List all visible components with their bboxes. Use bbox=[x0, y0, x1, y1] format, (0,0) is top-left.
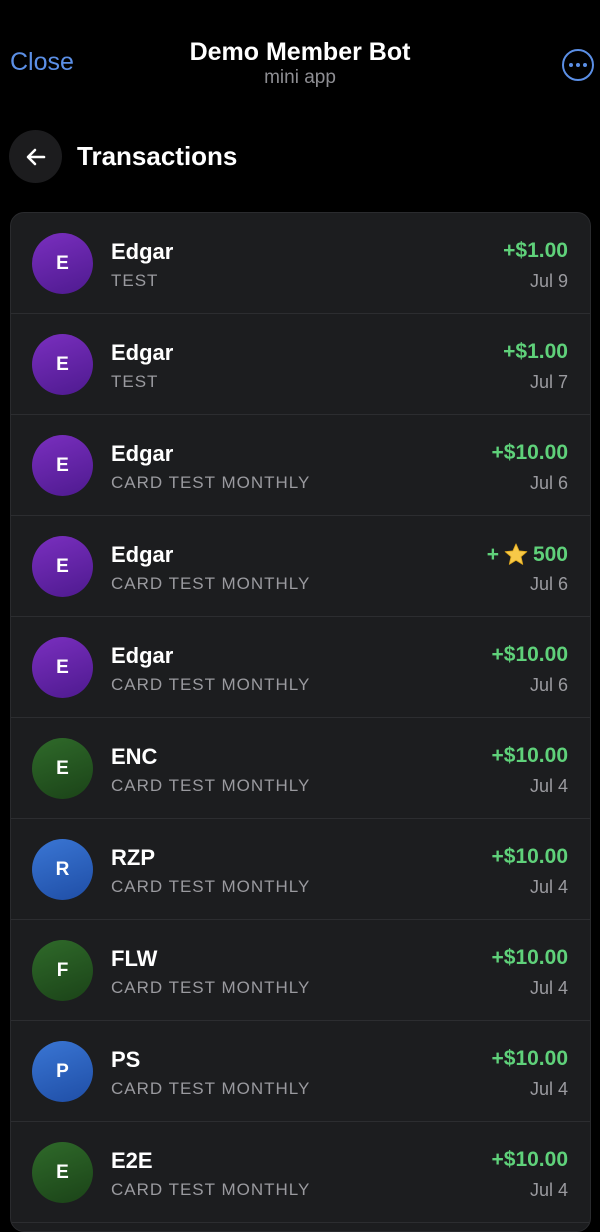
transaction-name: ENC bbox=[111, 744, 158, 769]
transaction-row[interactable]: E Edgar TEST +$1.00 Jul 7 bbox=[11, 314, 590, 415]
transaction-name: E2E bbox=[111, 1148, 153, 1173]
transaction-row[interactable]: R RZP CARD TEST MONTHLY +$10.00 Jul 4 bbox=[11, 819, 590, 920]
app-title: Demo Member Bot bbox=[189, 38, 411, 66]
transaction-name: Edgar bbox=[111, 441, 174, 466]
star-icon bbox=[504, 543, 528, 565]
back-button[interactable] bbox=[9, 130, 62, 183]
transaction-row[interactable]: E Edgar TEST +$1.00 Jul 9 bbox=[11, 213, 590, 314]
app-title-block: Demo Member Bot mini app bbox=[0, 36, 600, 88]
transaction-amount: +$1.00 bbox=[503, 340, 568, 363]
transaction-name: Edgar bbox=[111, 239, 174, 264]
avatar: P bbox=[32, 1041, 93, 1102]
page-header: Transactions bbox=[0, 130, 600, 184]
transaction-date: Jul 4 bbox=[529, 776, 568, 796]
transaction-date: Jul 4 bbox=[529, 877, 568, 897]
transaction-amount: +$10.00 bbox=[491, 643, 569, 666]
amount-value: 500 bbox=[532, 543, 568, 566]
transaction-row[interactable]: E Edgar CARD TEST MONTHLY +$10.00 Jul 6 bbox=[11, 617, 590, 718]
transaction-description: CARD TEST MONTHLY bbox=[111, 1180, 311, 1199]
transaction-amount: +$1.00 bbox=[503, 239, 568, 262]
transaction-description: CARD TEST MONTHLY bbox=[111, 877, 311, 896]
transaction-name: Edgar bbox=[111, 542, 174, 567]
transaction-description: TEST bbox=[111, 372, 159, 391]
transaction-amount: +$10.00 bbox=[491, 1047, 569, 1070]
avatar: E bbox=[32, 738, 93, 799]
transaction-date: Jul 6 bbox=[529, 675, 568, 695]
transaction-description: CARD TEST MONTHLY bbox=[111, 1079, 311, 1098]
transaction-row[interactable]: F FLW CARD TEST MONTHLY +$10.00 Jul 4 bbox=[11, 920, 590, 1021]
transaction-row[interactable]: P PS CARD TEST MONTHLY +$10.00 Jul 4 bbox=[11, 1021, 590, 1122]
avatar: E bbox=[32, 233, 93, 294]
transaction-description: CARD TEST MONTHLY bbox=[111, 473, 311, 492]
transactions-list: E Edgar TEST +$1.00 Jul 9 E Edgar TEST +$1.00 Jul… bbox=[10, 212, 591, 1232]
transaction-date: Jul 6 bbox=[529, 574, 568, 594]
transaction-amount: +$10.00 bbox=[491, 744, 569, 767]
transaction-row[interactable]: E Edgar CARD TEST MONTHLY +$10.00 Jul 6 bbox=[11, 415, 590, 516]
transaction-date: Jul 4 bbox=[529, 1180, 568, 1200]
transaction-amount: +500 bbox=[487, 542, 568, 568]
transaction-amount: +$10.00 bbox=[491, 845, 569, 868]
transaction-date: Jul 9 bbox=[529, 271, 568, 291]
mini-app-topbar: Close Demo Member Bot mini app bbox=[0, 0, 600, 120]
transaction-date: Jul 6 bbox=[529, 473, 568, 493]
transaction-row[interactable]: E Edgar CARD TEST MONTHLY +500 Jul 6 bbox=[11, 516, 590, 617]
amount-prefix: + bbox=[486, 543, 499, 566]
transaction-description: CARD TEST MONTHLY bbox=[111, 776, 311, 795]
arrow-left-icon bbox=[26, 148, 45, 165]
transaction-name: Edgar bbox=[111, 643, 174, 668]
transaction-description: CARD TEST MONTHLY bbox=[111, 574, 311, 593]
transaction-date: Jul 7 bbox=[529, 372, 568, 392]
app-subtitle: mini app bbox=[264, 67, 336, 88]
transaction-description: CARD TEST MONTHLY bbox=[111, 675, 311, 694]
avatar: E bbox=[32, 435, 93, 496]
transaction-description: CARD TEST MONTHLY bbox=[111, 978, 311, 997]
transaction-row[interactable]: E E2E CARD TEST MONTHLY +$10.00 Jul 4 bbox=[11, 1122, 590, 1223]
transaction-amount: +$10.00 bbox=[491, 946, 569, 969]
avatar: F bbox=[32, 940, 93, 1001]
transaction-name: Edgar bbox=[111, 340, 174, 365]
avatar: E bbox=[32, 536, 93, 597]
avatar: E bbox=[32, 1142, 93, 1203]
transaction-name: FLW bbox=[111, 946, 158, 971]
transaction-name: RZP bbox=[111, 845, 155, 870]
transaction-date: Jul 4 bbox=[529, 1079, 568, 1099]
more-icon[interactable] bbox=[562, 49, 594, 81]
avatar: E bbox=[32, 637, 93, 698]
transaction-date: Jul 4 bbox=[529, 978, 568, 998]
avatar: R bbox=[32, 839, 93, 900]
transaction-amount: +$10.00 bbox=[491, 1148, 569, 1171]
transaction-description: TEST bbox=[111, 271, 159, 290]
page-title: Transactions bbox=[77, 141, 238, 171]
transaction-amount: +$10.00 bbox=[491, 441, 569, 464]
transaction-name: PS bbox=[111, 1047, 141, 1072]
transaction-row[interactable]: E ENC CARD TEST MONTHLY +$10.00 Jul 4 bbox=[11, 718, 590, 819]
avatar: E bbox=[32, 334, 93, 395]
